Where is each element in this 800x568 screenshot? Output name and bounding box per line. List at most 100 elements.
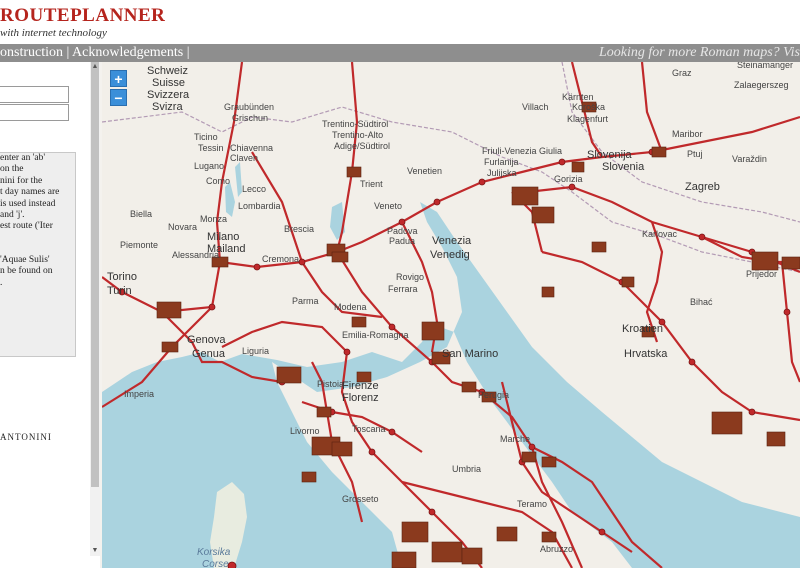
station-building-icon [421,321,445,341]
map-label: Cremona [262,254,299,264]
map-label: Villach [522,102,548,112]
map-label: Friuli-Venezia Giulia [482,146,562,156]
map-view[interactable]: Schweiz Suisse Svizzera Svizra Graubünde… [102,62,800,568]
zoom-out-button[interactable]: − [110,89,127,106]
station-node [253,263,261,271]
station-building-icon [571,161,585,173]
help-line: on the [0,164,24,175]
station-building-icon [651,146,667,158]
help-text-box: enter an 'ab' on the nini for the t day … [0,152,76,357]
map-label: Teramo [517,499,547,509]
help-line: enter an 'ab' [0,153,46,163]
station-node [428,508,436,516]
station-building-icon [711,411,743,435]
map-label: Imperia [124,389,154,399]
map-label: Alessandria [172,250,219,260]
station-building-icon [531,206,555,224]
station-building-icon [401,521,429,543]
map-label: Abruzzo [540,544,573,554]
map-label: Venetien [407,166,442,176]
map-label: Grosseto [342,494,379,504]
map-label: Parma [292,296,319,306]
station-building-icon [276,366,302,384]
map-label: Steinamanger [737,62,793,70]
map-label: Trentino-Südtirol [322,119,388,129]
map-label: Torino [107,271,137,283]
map-label: Padua [389,236,415,246]
station-building-icon [391,551,417,568]
station-building-icon [751,251,779,271]
map-label: Maribor [672,129,703,139]
map-label: Julijska [487,168,517,178]
sidebar-scrollbar[interactable] [90,62,100,556]
station-node [298,258,306,266]
help-line: . [0,277,3,288]
map-label: San Marino [442,348,498,360]
station-building-icon [591,241,607,253]
station-node [433,198,441,206]
map-label: Adige/Südtirol [334,141,390,151]
map-label: Genova [187,334,226,346]
map-label: Toscana [352,424,386,434]
map-label: Marche [500,434,530,444]
nav-link-construction[interactable]: onstruction [0,45,63,60]
credit-text: ANTONINI [0,432,52,442]
map-label: Claven [230,153,258,163]
scroll-down-arrow-icon[interactable]: ▼ [90,546,100,556]
nav-bar: onstruction | Acknowledgements | Looking… [0,44,800,62]
header: ROUTEPLANNER with internet technology [0,0,800,44]
map-canvas[interactable]: Schweiz Suisse Svizzera Svizra Graubünde… [102,62,800,568]
station-building-icon [496,526,518,542]
station-building-icon [766,431,786,447]
station-node [748,408,756,416]
help-line: is used instead [0,198,56,209]
station-building-icon [156,301,182,319]
map-label: Veneto [374,201,402,211]
map-label: Livorno [290,426,320,436]
map-label: Varaždin [732,154,767,164]
station-node [688,358,696,366]
station-node [598,528,606,536]
station-building-icon [301,471,317,483]
station-building-icon [511,186,539,206]
station-node [227,561,237,568]
station-building-icon [346,166,362,178]
station-building-icon [541,286,555,298]
station-building-icon [161,341,179,353]
station-building-icon [521,451,537,463]
roman-maps-link[interactable]: Looking for more Roman maps? Vis [599,44,800,62]
map-label: Lugano [194,161,224,171]
station-node [568,183,576,191]
map-label: Genua [192,348,226,360]
station-node [208,303,216,311]
station-building-icon [331,251,349,263]
map-label: Milano [207,231,239,243]
zoom-in-button[interactable]: + [110,70,127,87]
scroll-up-arrow-icon[interactable]: ▲ [90,62,100,72]
map-label: Zalaegerszeg [734,80,789,90]
nav-separator: | [183,45,190,60]
map-label: Turin [107,285,132,297]
map-label: Koroška [572,102,605,112]
help-line [0,233,75,255]
map-label: Como [206,176,230,186]
map-label: Zagreb [685,181,720,193]
station-building-icon [621,276,635,288]
nav-link-acknowledgements[interactable]: Acknowledgements [72,45,183,60]
station-node [478,178,486,186]
map-label: Suisse [152,77,185,89]
map-label: Chiavenna [230,143,273,153]
map-label: Svizra [152,101,183,113]
map-label: Liguria [242,346,269,356]
map-label: Emilia-Romagna [342,330,409,340]
station-node [343,348,351,356]
nav-links: onstruction | Acknowledgements | [0,44,190,62]
from-field[interactable] [0,86,69,103]
map-label: Kärnten [562,92,594,102]
map-label: Biella [130,209,152,219]
scrollbar-thumb[interactable] [91,62,99,487]
to-field[interactable] [0,104,69,121]
map-label: Slovenija [587,149,633,161]
map-label: Trentino-Alto [332,130,383,140]
station-node [398,218,406,226]
